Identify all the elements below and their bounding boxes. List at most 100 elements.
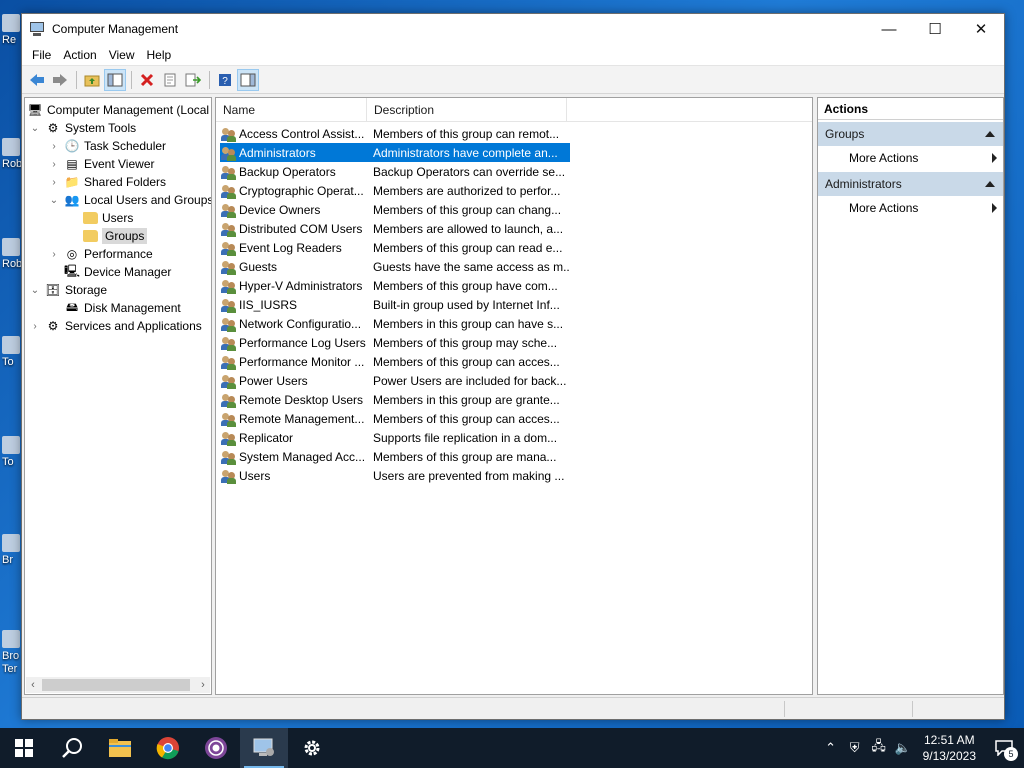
menu-help[interactable]: Help — [141, 48, 178, 62]
table-row[interactable]: Guests Guests have the same access as m..… — [220, 257, 570, 276]
minimize-button[interactable]: — — [866, 14, 912, 44]
tree-item-task-scheduler[interactable]: › 🕒 Task Scheduler — [48, 137, 166, 155]
table-row[interactable]: IIS_IUSRS Built-in group used by Internet… — [220, 295, 570, 314]
desktop-icon[interactable]: To — [2, 336, 22, 368]
scroll-right-icon[interactable]: › — [196, 679, 210, 691]
more-actions-administrators[interactable]: More Actions — [818, 196, 1003, 220]
search-button[interactable] — [48, 728, 96, 768]
actions-section-administrators[interactable]: Administrators — [818, 172, 1003, 196]
table-row[interactable]: Replicator Supports file replication in a… — [220, 428, 570, 447]
show-hide-action-pane-button[interactable] — [237, 68, 259, 91]
chevron-down-icon[interactable]: ⌄ — [48, 195, 60, 206]
scrollbar-thumb[interactable] — [42, 679, 190, 691]
window-title: Computer Management — [52, 22, 179, 36]
chevron-right-icon[interactable]: › — [48, 141, 60, 152]
more-actions-groups[interactable]: More Actions — [818, 146, 1003, 170]
notification-count-badge: 5 — [1004, 747, 1018, 761]
table-row[interactable]: Distributed COM Users Members are allowed… — [220, 219, 570, 238]
tree-item-system-tools[interactable]: ⌄ ⚙ System Tools — [29, 119, 136, 137]
title-bar[interactable]: Computer Management — ☐ ✕ — [22, 14, 1004, 44]
actions-section-groups[interactable]: Groups — [818, 122, 1003, 146]
menu-view[interactable]: View — [103, 48, 141, 62]
security-icon[interactable]: ⛨ — [843, 728, 867, 768]
group-description: Administrators have complete an... — [373, 145, 558, 160]
chevron-right-icon[interactable]: › — [48, 177, 60, 188]
table-row[interactable]: Remote Management... Members of this grou… — [220, 409, 570, 428]
column-header-name[interactable]: Name — [216, 98, 367, 121]
collapse-icon[interactable] — [985, 131, 995, 137]
toolbar-separator — [209, 70, 210, 89]
tree-horizontal-scrollbar[interactable]: ‹ › — [26, 677, 210, 693]
volume-icon[interactable]: 🔈 — [891, 728, 915, 768]
tree-item-local-users-and-groups[interactable]: ⌄ 👥 Local Users and Groups — [48, 191, 211, 209]
scroll-left-icon[interactable]: ‹ — [26, 679, 40, 691]
tree-item-label: Storage — [65, 283, 108, 297]
group-description: Members of this group may sche... — [373, 335, 558, 350]
chevron-down-icon[interactable]: ⌄ — [29, 285, 41, 296]
collapse-icon[interactable] — [985, 181, 995, 187]
start-button[interactable] — [0, 728, 48, 768]
table-row[interactable]: Performance Monitor ... Members of this g… — [220, 352, 570, 371]
table-row[interactable]: Administrators Administrators have comple… — [220, 143, 570, 162]
tree-item-shared-folders[interactable]: › 📁 Shared Folders — [48, 173, 166, 191]
table-row[interactable]: Event Log Readers Members of this group c… — [220, 238, 570, 257]
notifications-button[interactable]: 5 — [984, 728, 1024, 768]
table-row[interactable]: Power Users Power Users are included for … — [220, 371, 570, 390]
settings-button[interactable] — [288, 728, 336, 768]
desktop-icon[interactable]: Rob — [2, 138, 22, 170]
desktop-icon[interactable]: Br — [2, 534, 22, 566]
chevron-right-icon[interactable]: › — [48, 159, 60, 170]
chevron-down-icon[interactable]: ⌄ — [29, 123, 41, 134]
tree-item-computer-management[interactable]: 🖥 Computer Management (Local — [27, 101, 209, 119]
properties-button[interactable] — [159, 69, 181, 91]
tree-item-disk-management[interactable]: 🖴 Disk Management — [64, 299, 181, 317]
group-icon — [221, 202, 237, 218]
menu-file[interactable]: File — [26, 48, 57, 62]
maximize-button[interactable]: ☐ — [912, 14, 958, 44]
up-folder-button[interactable] — [81, 69, 103, 91]
desktop-icon[interactable]: Bro Ter — [2, 630, 22, 676]
chevron-up-icon[interactable]: ⌃ — [819, 728, 843, 768]
menu-action[interactable]: Action — [57, 48, 102, 62]
table-row[interactable]: Network Configuratio... Members in this g… — [220, 314, 570, 333]
table-row[interactable]: Access Control Assist... Members of this … — [220, 124, 570, 143]
tree-item-storage[interactable]: ⌄ 🗄 Storage — [29, 281, 107, 299]
column-header-description[interactable]: Description — [367, 98, 567, 121]
chevron-right-icon[interactable]: › — [29, 321, 41, 332]
table-row[interactable]: Device Owners Members of this group can c… — [220, 200, 570, 219]
computer-management-taskbar-button[interactable] — [240, 728, 288, 768]
tree-item-label: Services and Applications — [65, 319, 202, 333]
table-row[interactable]: Backup Operators Backup Operators can ove… — [220, 162, 570, 181]
tree-item-users[interactable]: Users — [83, 209, 133, 227]
tor-browser-button[interactable] — [192, 728, 240, 768]
forward-button[interactable] — [49, 69, 71, 91]
back-button[interactable] — [26, 69, 48, 91]
show-hide-console-tree-button[interactable] — [104, 68, 126, 91]
table-row[interactable]: System Managed Acc... Members of this gro… — [220, 447, 570, 466]
chrome-button[interactable] — [144, 728, 192, 768]
tree-item-label: Computer Management (Local — [47, 103, 210, 117]
file-explorer-button[interactable] — [96, 728, 144, 768]
tree-item-performance[interactable]: › ◎ Performance — [48, 245, 152, 263]
table-row[interactable]: Users Users are prevented from making ... — [220, 466, 570, 485]
table-row[interactable]: Cryptographic Operat... Members are autho… — [220, 181, 570, 200]
desktop-icon[interactable]: To — [2, 436, 22, 468]
actions-pane: Actions Groups More Actions Administrato… — [817, 97, 1004, 695]
close-button[interactable]: ✕ — [958, 14, 1004, 44]
delete-button[interactable] — [136, 69, 158, 91]
network-icon[interactable]: 🖧 — [867, 728, 891, 768]
desktop-icon[interactable]: Re — [2, 14, 22, 46]
tree-item-services-and-applications[interactable]: › ⚙ Services and Applications — [29, 317, 202, 335]
tree-item-device-manager[interactable]: 🖳 Device Manager — [64, 263, 171, 281]
clock[interactable]: 12:51 AM 9/13/2023 — [915, 732, 984, 764]
group-icon — [221, 335, 237, 351]
table-row[interactable]: Hyper-V Administrators Members of this gr… — [220, 276, 570, 295]
tree-item-event-viewer[interactable]: › ▤ Event Viewer — [48, 155, 154, 173]
table-row[interactable]: Remote Desktop Users Members in this grou… — [220, 390, 570, 409]
table-row[interactable]: Performance Log Users Members of this gro… — [220, 333, 570, 352]
export-list-button[interactable] — [182, 69, 204, 91]
help-button[interactable]: ? — [214, 69, 236, 91]
desktop-icon[interactable]: Rob — [2, 238, 22, 270]
tree-item-groups[interactable]: Groups — [83, 227, 148, 245]
chevron-right-icon[interactable]: › — [48, 249, 60, 260]
